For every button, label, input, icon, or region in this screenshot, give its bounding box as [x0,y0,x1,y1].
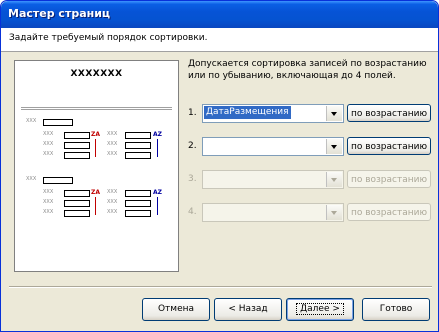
sort-row-number: 2. [188,141,197,151]
preview-divider [21,109,172,110]
sort-order-button-2[interactable]: по возрастанию [347,137,431,155]
preview-field-box [125,190,151,197]
next-button-label: Далее > [296,303,344,315]
sort-field-combo-1[interactable]: ДатаРазмещения [202,104,344,123]
preview-placeholder: XXX [43,131,54,137]
button-separator [9,286,432,288]
back-button[interactable]: < Назад [214,298,282,321]
sort-field-combo-3 [202,170,344,189]
desc-arrow-icon [95,197,96,215]
preview-divider [21,107,172,108]
title-bar[interactable]: Мастер страниц [1,1,438,28]
sort-row-number: 4. [188,207,197,217]
sort-field-combo-4 [202,203,344,222]
sort-order-button-1[interactable]: по возрастанию [347,104,431,122]
preview-placeholder: XXX [43,199,54,205]
sort-order-button-3: по возрастанию [347,170,431,188]
preview-placeholder: XXX [107,141,118,147]
preview-field-box [64,190,90,197]
asc-arrow-icon [157,139,158,157]
chevron-down-icon [326,205,342,220]
preview-placeholder: XXX [107,131,118,137]
preview-field-box [64,132,90,139]
sort-field-value: ДатаРазмещения [204,106,291,119]
preview-field-box [125,142,151,149]
chevron-down-icon[interactable] [326,139,342,154]
desc-arrow-icon [95,139,96,157]
preview-field-box [64,152,90,159]
preview-field-box [125,200,151,207]
preview-asc-label: AZ [153,131,162,138]
chevron-down-icon [326,172,342,187]
preview-field-box [64,200,90,207]
preview-field-box [125,132,151,139]
preview-field-box [64,142,90,149]
sort-field-combo-2[interactable] [202,137,344,156]
preview-placeholder: XXX [107,209,118,215]
asc-arrow-icon [157,197,158,215]
sort-row-number: 3. [188,174,197,184]
preview-field-box [64,210,90,217]
preview-placeholder: XXX [43,141,54,147]
preview-placeholder: XXX [43,151,54,157]
preview-placeholder: XXX [26,176,37,182]
preview-desc-label: ZA [91,131,100,138]
header-instruction: Задайте требуемый порядок сортировки. [9,33,208,43]
preview-placeholder: XXX [43,189,54,195]
chevron-down-icon[interactable] [326,106,342,121]
wizard-content: XXXXXXX XXX XXX ZA XXX AZ XXX XXX XXX XX… [1,52,438,282]
sort-description: Допускается сортировка записей по возрас… [188,59,427,81]
sort-order-button-4: по возрастанию [347,203,431,221]
preview-placeholder: XXX [43,209,54,215]
window-title: Мастер страниц [8,7,111,20]
preview-group-box [43,119,73,126]
cancel-button[interactable]: Отмена [142,298,210,321]
finish-button[interactable]: Готово [362,298,430,321]
wizard-window: Мастер страниц Задайте требуемый порядок… [0,0,439,332]
preview-field-box [125,152,151,159]
next-button[interactable]: Далее > [286,298,354,321]
sort-row-number: 1. [188,108,197,118]
preview-asc-label: AZ [153,189,162,196]
preview-group-box [43,177,73,184]
preview-placeholder: XXX [26,118,37,124]
sort-preview-image: XXXXXXX XXX XXX ZA XXX AZ XXX XXX XXX XX… [14,60,179,272]
preview-field-box [125,210,151,217]
wizard-header: Задайте требуемый порядок сортировки. [1,28,438,52]
preview-placeholder: XXX [107,189,118,195]
preview-desc-label: ZA [91,189,100,196]
preview-title: XXXXXXX [70,69,123,79]
preview-placeholder: XXX [107,151,118,157]
preview-placeholder: XXX [107,199,118,205]
